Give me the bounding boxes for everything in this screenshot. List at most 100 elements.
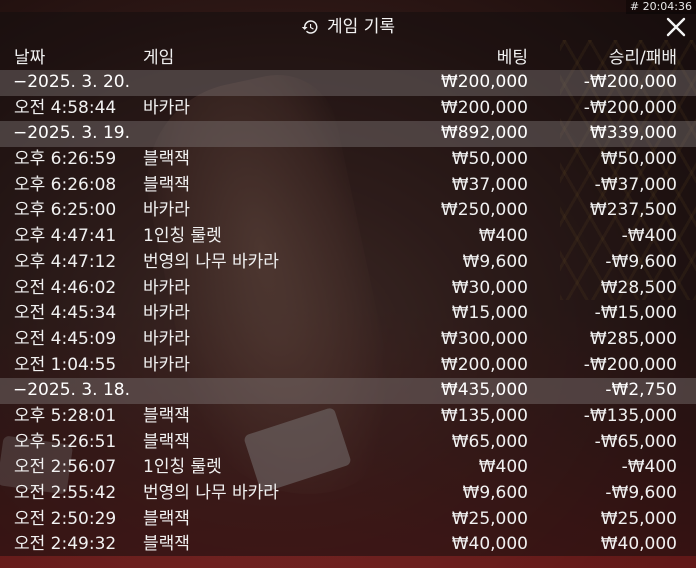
close-icon — [666, 17, 686, 37]
row-result: -₩9,600 — [605, 251, 677, 272]
group-bet-total: ₩892,000 — [440, 123, 528, 144]
row-bet: ₩9,600 — [462, 251, 528, 272]
date-group-row[interactable]: −2025. 3. 20. ₩200,000 -₩200,000 — [0, 70, 696, 96]
history-row[interactable]: 오전 1:04:55 바카라 ₩200,000 -₩200,000 — [0, 353, 696, 379]
row-bet: ₩37,000 — [451, 174, 528, 195]
row-game: 바카라 — [143, 328, 190, 349]
history-row[interactable]: 오후 6:25:00 바카라 ₩250,000 ₩237,500 — [0, 198, 696, 224]
row-time: 오전 2:49:32 — [14, 534, 117, 555]
row-time: 오후 6:25:00 — [14, 200, 117, 221]
close-button[interactable] — [664, 15, 688, 39]
row-result: ₩40,000 — [600, 534, 677, 555]
page-title: 게임 기록 — [327, 17, 395, 37]
row-result: -₩65,000 — [594, 431, 677, 452]
row-bet: ₩300,000 — [440, 328, 528, 349]
row-result: -₩37,000 — [594, 174, 677, 195]
history-row[interactable]: 오전 4:58:44 바카라 ₩200,000 -₩200,000 — [0, 96, 696, 122]
column-header-date: 날짜 — [14, 48, 46, 68]
group-date: −2025. 3. 20. — [13, 72, 130, 92]
row-time: 오전 4:58:44 — [14, 97, 117, 118]
group-date: −2025. 3. 18. — [13, 380, 130, 401]
group-result-total: -₩2,750 — [605, 380, 677, 401]
row-time: 오전 2:56:07 — [14, 457, 117, 478]
history-row[interactable]: 오전 2:55:42 번영의 나무 바카라 ₩9,600 -₩9,600 — [0, 481, 696, 507]
row-game: 번영의 나무 바카라 — [143, 483, 279, 503]
row-bet: ₩200,000 — [440, 97, 528, 118]
row-game: 바카라 — [143, 200, 190, 221]
history-row[interactable]: 오후 5:28:01 블랙잭 ₩135,000 -₩135,000 — [0, 404, 696, 430]
row-game: 1인칭 룰렛 — [143, 226, 222, 247]
group-bet-total: ₩435,000 — [440, 380, 528, 401]
history-row[interactable]: 오전 4:46:02 바카라 ₩30,000 ₩28,500 — [0, 276, 696, 302]
row-result: ₩237,500 — [589, 200, 677, 221]
clock: # 20:04:36 — [625, 0, 696, 14]
column-header-result: 승리/패배 — [608, 48, 677, 68]
row-time: 오후 5:28:01 — [14, 405, 117, 426]
row-game: 블랙잭 — [143, 405, 190, 426]
title-wrap: 게임 기록 — [0, 12, 696, 42]
row-game: 블랙잭 — [143, 149, 190, 170]
row-bet: ₩30,000 — [451, 277, 528, 298]
row-time: 오전 4:45:34 — [14, 303, 117, 324]
row-time: 오전 2:50:29 — [14, 508, 117, 529]
history-row[interactable]: 오후 6:26:59 블랙잭 ₩50,000 ₩50,000 — [0, 147, 696, 173]
date-group-row[interactable]: −2025. 3. 19. ₩892,000 ₩339,000 — [0, 121, 696, 148]
date-group-row[interactable]: −2025. 3. 18. ₩435,000 -₩2,750 — [0, 378, 696, 404]
row-result: -₩135,000 — [583, 405, 677, 426]
game-history-panel: 게임 기록 날짜 게임 베팅 승리/패배 −2025. 3. 20. ₩200,… — [0, 12, 696, 556]
row-result: -₩15,000 — [594, 303, 677, 324]
row-result: ₩50,000 — [600, 149, 677, 170]
history-row[interactable]: 오전 4:45:34 바카라 ₩15,000 -₩15,000 — [0, 301, 696, 327]
row-game: 번영의 나무 바카라 — [143, 251, 279, 272]
row-game: 블랙잭 — [143, 174, 190, 195]
row-time: 오전 1:04:55 — [14, 354, 117, 375]
history-row[interactable]: 오전 4:45:09 바카라 ₩300,000 ₩285,000 — [0, 327, 696, 353]
row-bet: ₩135,000 — [440, 405, 528, 426]
column-header-game: 게임 — [143, 48, 175, 68]
history-list: −2025. 3. 20. ₩200,000 -₩200,000 오전 4:58… — [0, 70, 696, 558]
title-bar: 게임 기록 — [0, 12, 696, 42]
row-game: 블랙잭 — [143, 508, 190, 529]
row-bet: ₩65,000 — [451, 431, 528, 452]
history-row[interactable]: 오전 2:56:07 1인칭 룰렛 ₩400 -₩400 — [0, 455, 696, 481]
column-header-bet: 베팅 — [496, 48, 528, 68]
history-row[interactable]: 오전 2:50:29 블랙잭 ₩25,000 ₩25,000 — [0, 507, 696, 533]
row-bet: ₩40,000 — [451, 534, 528, 555]
group-result-total: -₩200,000 — [583, 72, 677, 92]
group-result-total: ₩339,000 — [589, 123, 677, 144]
group-date: −2025. 3. 19. — [13, 123, 130, 144]
row-bet: ₩250,000 — [440, 200, 528, 221]
row-bet: ₩15,000 — [451, 303, 528, 324]
row-result: -₩400 — [621, 226, 677, 247]
row-time: 오전 4:46:02 — [14, 277, 117, 298]
row-game: 1인칭 룰렛 — [143, 457, 222, 478]
row-game: 바카라 — [143, 277, 190, 298]
row-game: 블랙잭 — [143, 431, 190, 452]
row-bet: ₩9,600 — [462, 483, 528, 503]
row-bet: ₩400 — [478, 226, 528, 247]
row-result: ₩285,000 — [589, 328, 677, 349]
row-result: ₩25,000 — [600, 508, 677, 529]
history-row[interactable]: 오전 2:49:32 블랙잭 ₩40,000 ₩40,000 — [0, 532, 696, 558]
column-header-row: 날짜 게임 베팅 승리/패배 — [0, 43, 696, 70]
history-row[interactable]: 오후 4:47:12 번영의 나무 바카라 ₩9,600 -₩9,600 — [0, 250, 696, 276]
row-time: 오후 4:47:41 — [14, 226, 117, 247]
row-game: 바카라 — [143, 97, 190, 118]
row-time: 오후 5:26:51 — [14, 431, 117, 452]
row-game: 블랙잭 — [143, 534, 190, 555]
history-row[interactable]: 오후 5:26:51 블랙잭 ₩65,000 -₩65,000 — [0, 430, 696, 456]
row-bet: ₩200,000 — [440, 354, 528, 375]
row-time: 오후 4:47:12 — [14, 251, 117, 272]
row-result: -₩400 — [621, 457, 677, 478]
history-row[interactable]: 오후 6:26:08 블랙잭 ₩37,000 -₩37,000 — [0, 173, 696, 199]
history-row[interactable]: 오후 4:47:41 1인칭 룰렛 ₩400 -₩400 — [0, 224, 696, 250]
group-bet-total: ₩200,000 — [440, 72, 528, 92]
row-time: 오전 2:55:42 — [14, 483, 117, 503]
row-bet: ₩25,000 — [451, 508, 528, 529]
row-result: ₩28,500 — [600, 277, 677, 298]
row-time: 오후 6:26:59 — [14, 149, 117, 170]
row-result: -₩200,000 — [583, 97, 677, 118]
row-result: -₩9,600 — [605, 483, 677, 503]
row-time: 오후 6:26:08 — [14, 174, 117, 195]
row-time: 오전 4:45:09 — [14, 328, 117, 349]
